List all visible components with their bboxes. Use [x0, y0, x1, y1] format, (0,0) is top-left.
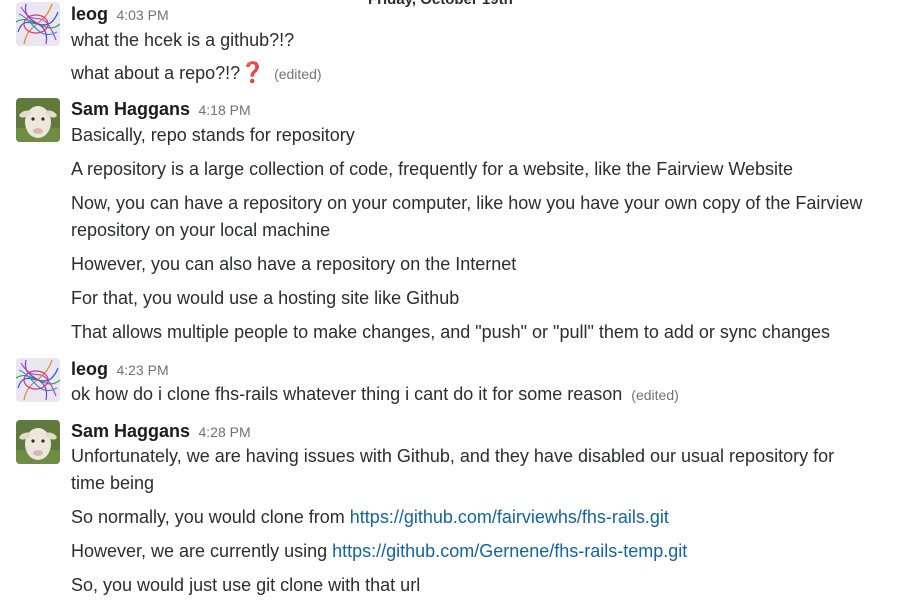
message-line: A repository is a large collection of co… — [71, 159, 794, 179]
message-line: what about a repo?!?❓ (edited) — [71, 60, 871, 88]
temp-repo-link[interactable]: https://github.com/Gernene/fhs-rails-tem… — [332, 541, 687, 561]
message-line: ok how do i clone fhs-rails whatever thi… — [71, 381, 871, 409]
message-text: However, we are currently using — [71, 541, 333, 561]
avatar[interactable] — [16, 2, 60, 46]
author-name[interactable]: Sam Haggans — [71, 421, 190, 441]
red-question-mark-icon: ❓ — [240, 62, 266, 84]
timestamp[interactable]: 4:23 PM — [116, 362, 168, 378]
message-line: Unfortunately, we are having issues with… — [71, 446, 835, 493]
author-name[interactable]: Sam Haggans — [71, 99, 190, 119]
message-text: ok how do i clone fhs-rails whatever thi… — [71, 384, 623, 404]
edited-indicator: (edited) — [274, 66, 322, 82]
timestamp[interactable]: 4:28 PM — [199, 424, 251, 440]
message-line: Basically, repo stands for repository — [71, 125, 355, 145]
timestamp[interactable]: 4:03 PM — [116, 7, 168, 23]
author-name[interactable]: leog — [71, 4, 108, 24]
message-line: However, we are currently using https://… — [71, 538, 871, 565]
author-name[interactable]: leog — [71, 359, 108, 379]
repo-link[interactable]: https://github.com/fairviewhs/fhs-rails.… — [350, 507, 669, 527]
message-line: That allows multiple people to make chan… — [71, 322, 830, 342]
avatar[interactable] — [16, 98, 60, 142]
message-line: So, you would just use git clone with th… — [71, 575, 421, 595]
message-line: Now, you can have a repository on your c… — [71, 193, 863, 240]
message-line: For that, you would use a hosting site l… — [71, 288, 460, 308]
avatar[interactable] — [16, 358, 60, 402]
avatar[interactable] — [16, 420, 60, 464]
date-divider: Friday, October 19th — [352, 0, 529, 9]
message-line: However, you can also have a repository … — [71, 254, 517, 274]
sheep-avatar-icon — [16, 420, 60, 464]
edited-indicator: (edited) — [631, 387, 679, 403]
message-text: So normally, you would clone from — [71, 507, 350, 527]
message-line: what the hcek is a github?!? — [71, 30, 295, 50]
scribble-avatar-icon — [16, 358, 60, 402]
sheep-avatar-icon — [16, 98, 60, 142]
message-line: So normally, you would clone from https:… — [71, 504, 871, 531]
message-text: what about a repo?!? — [71, 63, 241, 83]
scribble-avatar-icon — [16, 2, 60, 46]
timestamp[interactable]: 4:18 PM — [199, 102, 251, 118]
